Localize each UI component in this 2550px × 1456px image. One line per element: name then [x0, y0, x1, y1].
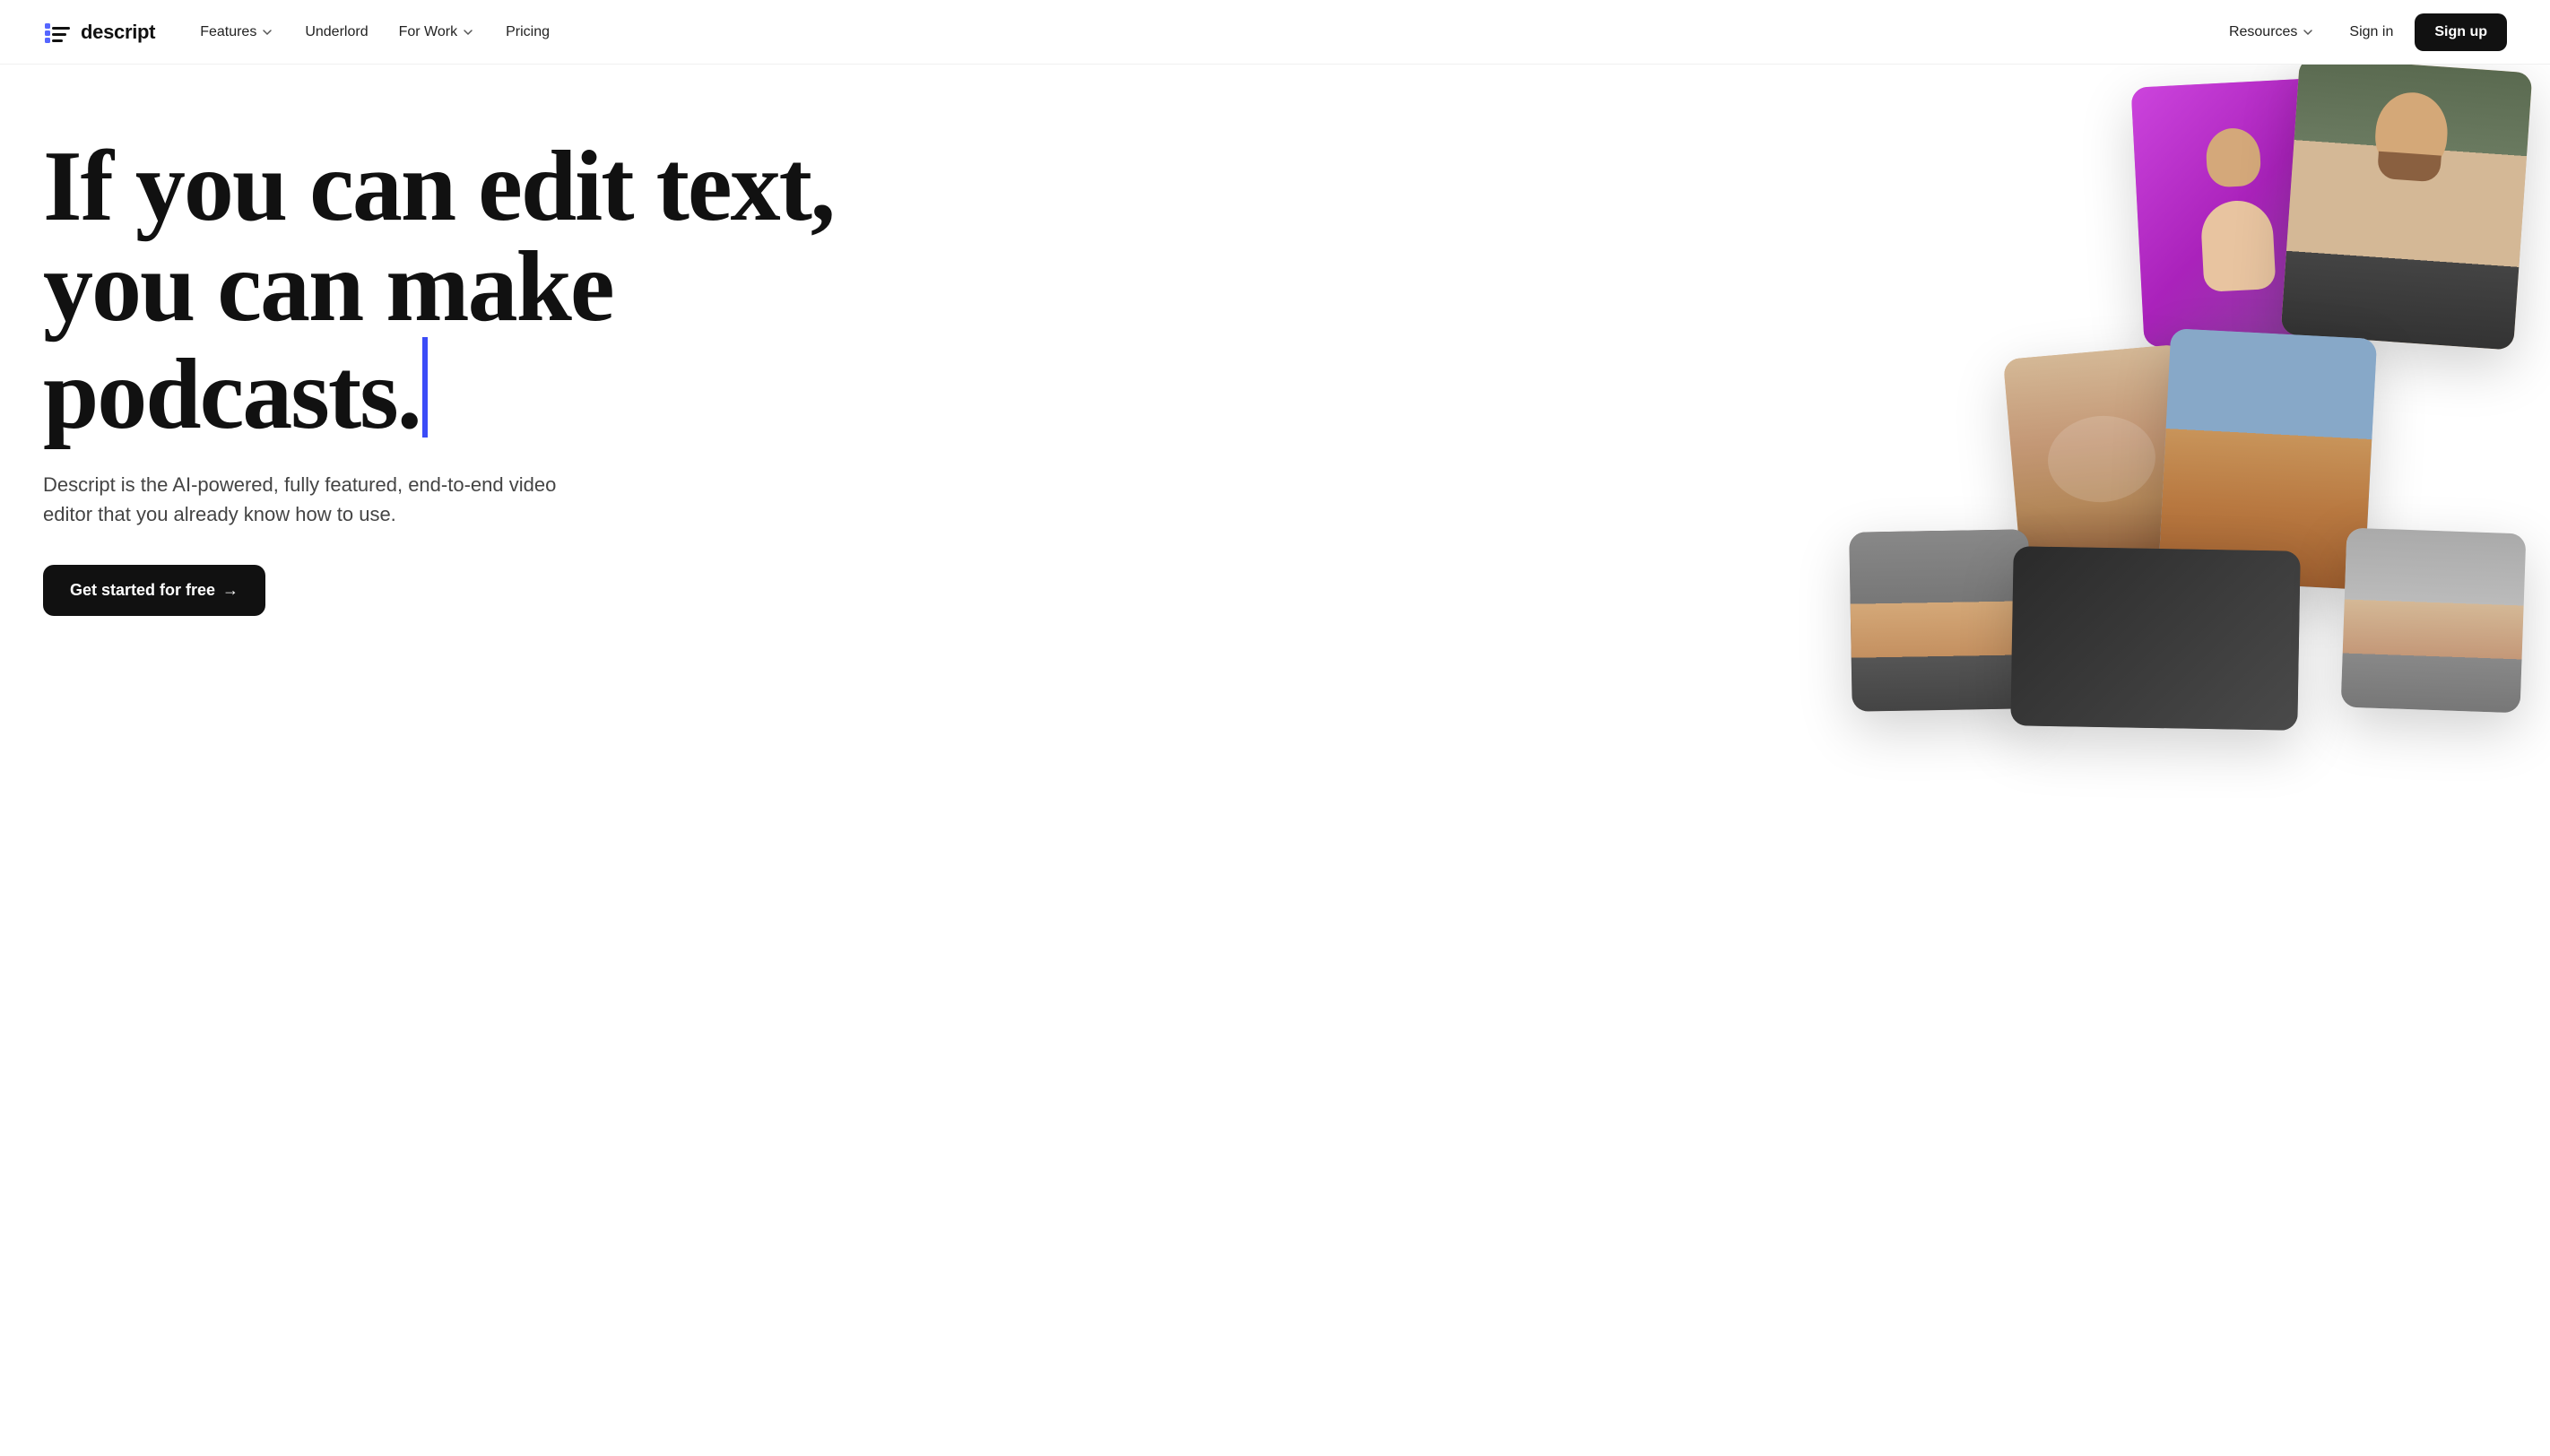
- photo-headphones: [2341, 528, 2527, 714]
- nav-links: Features Underlord For Work Pricing: [187, 17, 562, 48]
- hero-images: [1148, 65, 2550, 1456]
- photo-card-7: [2341, 528, 2527, 714]
- logo-text: descript: [81, 21, 155, 44]
- cta-arrow-icon: →: [222, 581, 239, 600]
- nav-pricing[interactable]: Pricing: [493, 17, 562, 48]
- photo-card-3: [2003, 344, 2200, 575]
- photo-glasses: [1849, 529, 2031, 711]
- hero-section: If you can edit text, you can make podca…: [0, 65, 2550, 1456]
- text-cursor: [422, 337, 428, 438]
- photo-card-5: [1849, 529, 2031, 711]
- signin-button[interactable]: Sign in: [2333, 15, 2409, 49]
- photo-man-beard: [2281, 65, 2533, 351]
- logo-link[interactable]: descript: [43, 18, 155, 47]
- features-chevron-icon: [260, 25, 274, 39]
- nav-right: Resources Sign in Sign up: [2216, 13, 2507, 51]
- photo-card-1: [2131, 77, 2342, 347]
- navbar: descript Features Underlord For Work Pri…: [0, 0, 2550, 65]
- photo-desert: [2158, 328, 2377, 590]
- logo-icon: [43, 18, 72, 47]
- photo-card-2: [2281, 65, 2533, 351]
- hero-subtext: Descript is the AI-powered, fully featur…: [43, 470, 581, 529]
- nav-underlord[interactable]: Underlord: [292, 17, 380, 48]
- photo-card-4: [2158, 328, 2377, 590]
- hero-content: If you can edit text, you can make podca…: [43, 136, 850, 616]
- hero-headline: If you can edit text, you can make podca…: [43, 136, 850, 445]
- nav-for-work[interactable]: For Work: [386, 17, 488, 48]
- signup-button[interactable]: Sign up: [2415, 13, 2507, 51]
- photo-card-6: [2010, 546, 2300, 731]
- nav-left: descript Features Underlord For Work Pri…: [43, 17, 562, 48]
- cta-button[interactable]: Get started for free →: [43, 565, 265, 616]
- photo-person-purple: [2131, 77, 2342, 347]
- nav-features[interactable]: Features: [187, 17, 287, 48]
- nav-resources[interactable]: Resources: [2216, 17, 2328, 48]
- photo-dark: [2010, 546, 2300, 731]
- for-work-chevron-icon: [461, 25, 475, 39]
- resources-chevron-icon: [2301, 25, 2315, 39]
- photo-food: [2003, 344, 2200, 575]
